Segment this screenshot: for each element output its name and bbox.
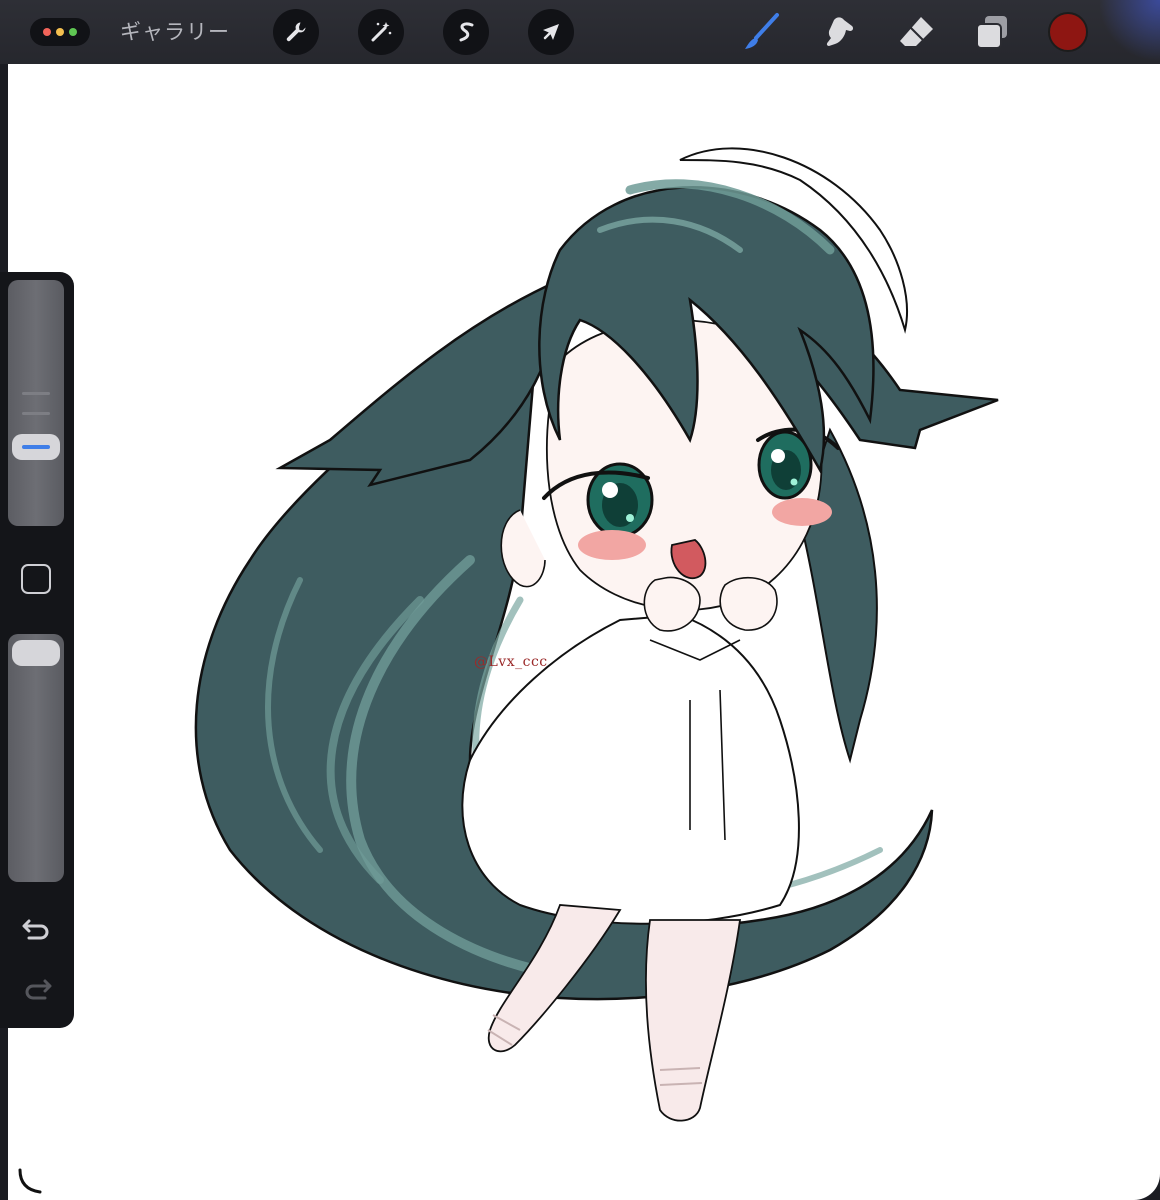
brush-tool-button[interactable] (742, 12, 782, 52)
opacity-knob[interactable] (12, 640, 60, 666)
opacity-slider[interactable] (8, 634, 64, 882)
move-arrow-icon (543, 24, 559, 40)
layers-icon (976, 16, 1007, 49)
top-toolbar: ギャラリー (0, 0, 1160, 64)
brush-size-slider[interactable] (8, 280, 64, 526)
transform-button[interactable] (528, 9, 574, 55)
adjustments-button[interactable] (358, 9, 404, 55)
color-picker-button[interactable] (1048, 12, 1088, 52)
redo-button[interactable] (18, 972, 56, 1006)
corner-curve-icon (18, 1168, 42, 1194)
eraser-icon (900, 17, 933, 46)
brush-icon (745, 13, 779, 49)
zoom-dot-icon (69, 28, 77, 36)
brush-size-indicator (22, 445, 50, 449)
magic-wand-icon (371, 22, 392, 42)
smudge-icon (826, 17, 854, 46)
brush-size-knob[interactable] (12, 434, 60, 460)
undo-button[interactable] (18, 912, 56, 946)
gallery-button[interactable]: ギャラリー (120, 16, 230, 48)
drawing-canvas[interactable]: @Lvx_ccc (8, 64, 1160, 1200)
left-sidebar (0, 272, 74, 1028)
selection-s-icon (459, 22, 474, 42)
window-controls-button[interactable] (30, 18, 90, 46)
undo-icon (22, 919, 49, 940)
wallpaper-glow (1100, 0, 1160, 64)
close-dot-icon (43, 28, 51, 36)
chibi-girl-artwork (194, 147, 999, 1122)
minimize-dot-icon (56, 28, 64, 36)
wrench-icon (286, 22, 306, 42)
square-modifier-icon[interactable] (21, 564, 51, 594)
selection-button[interactable] (443, 9, 489, 55)
actions-button[interactable] (273, 9, 319, 55)
slider-tick (22, 412, 50, 415)
smudge-tool-button[interactable] (820, 12, 860, 52)
layers-button[interactable] (972, 12, 1012, 52)
watermark-text: @Lvx_ccc (474, 654, 548, 670)
redo-icon (25, 979, 52, 1000)
slider-tick (22, 392, 50, 395)
eraser-tool-button[interactable] (897, 12, 937, 52)
